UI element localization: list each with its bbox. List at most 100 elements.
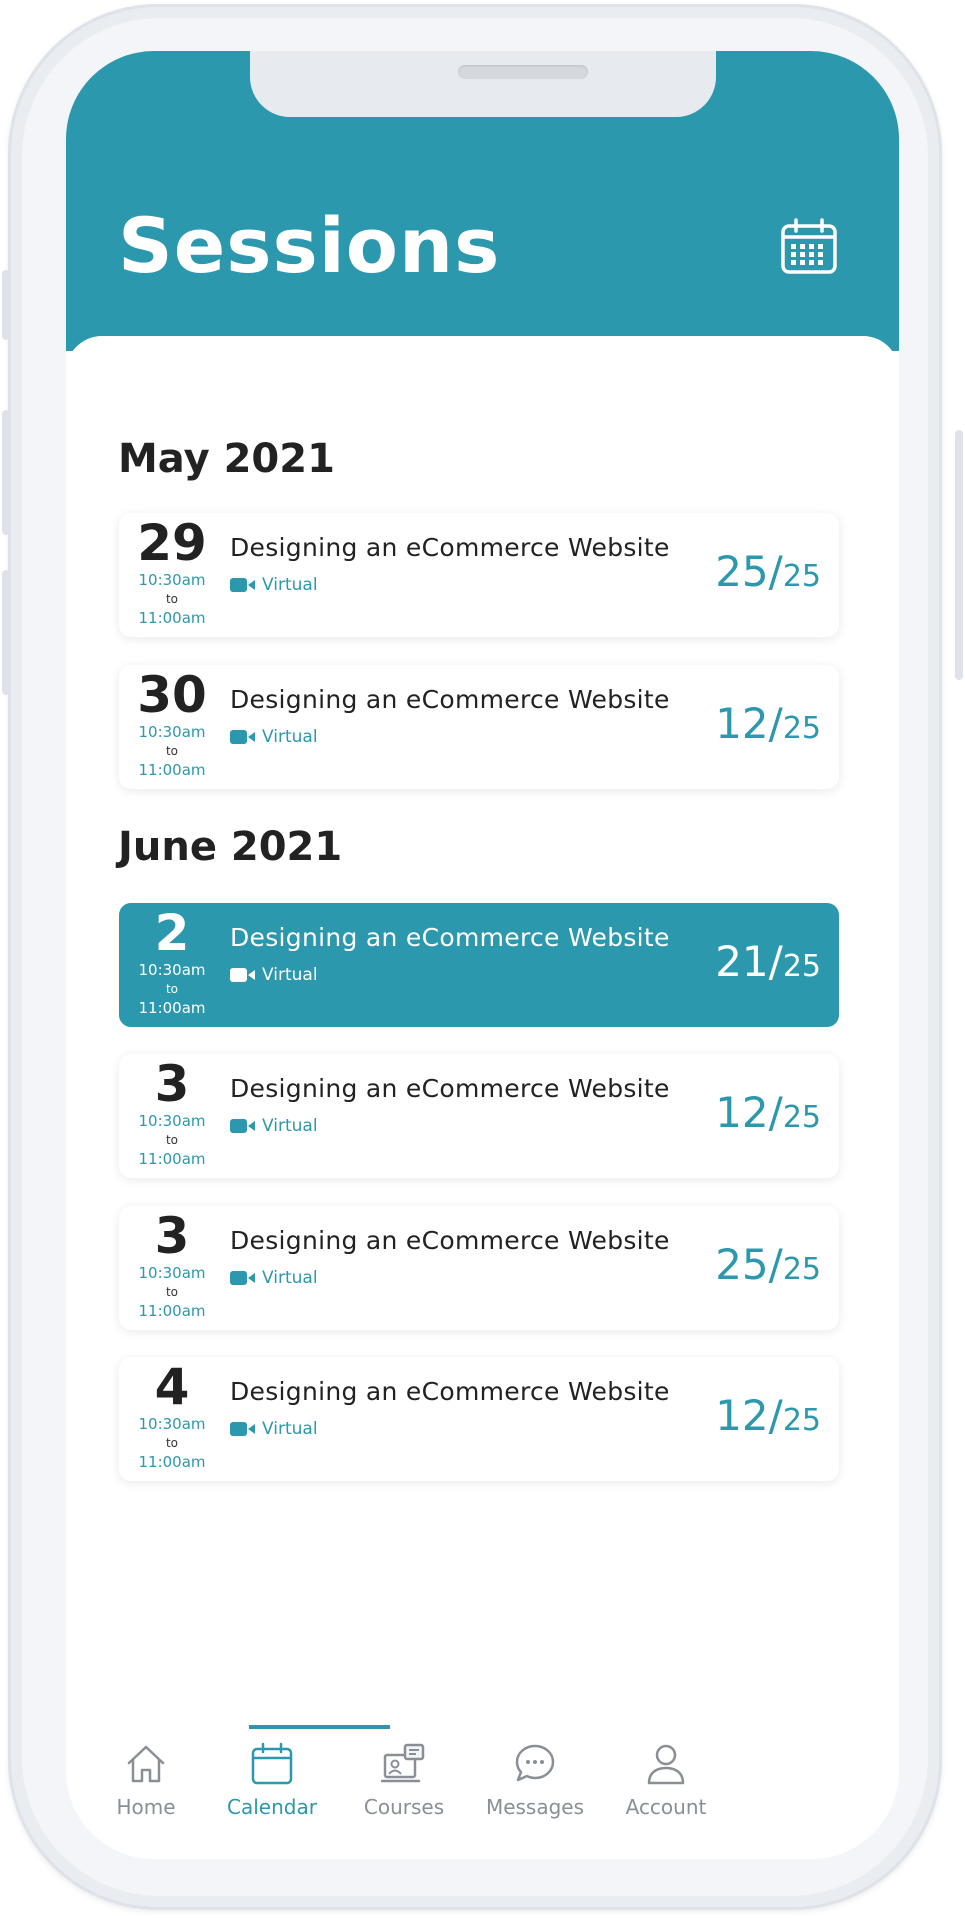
session-end-time: 11:00am — [138, 609, 206, 627]
attendance-separator: / — [768, 547, 783, 596]
session-card[interactable]: 30 10:30am to 11:00am Designing an eComm… — [119, 665, 839, 789]
session-mode: Virtual — [230, 575, 318, 595]
session-day: 3 — [154, 1055, 190, 1113]
session-mode: Virtual — [230, 1268, 318, 1288]
session-end-time: 11:00am — [138, 1453, 206, 1471]
session-attendance: 25/25 — [715, 547, 821, 596]
home-icon — [127, 1745, 165, 1783]
side-button — [2, 410, 10, 535]
session-time-separator: to — [165, 1436, 179, 1450]
session-attendance: 12/25 — [715, 1088, 821, 1137]
session-start-time: 10:30am — [138, 961, 206, 979]
session-day: 29 — [137, 514, 207, 572]
nav-messages[interactable]: Messages — [465, 1741, 605, 1819]
session-date: 3 10:30am to 11:00am — [119, 1206, 225, 1330]
session-card[interactable]: 4 10:30am to 11:00am Designing an eComme… — [119, 1357, 839, 1481]
video-camera-icon — [230, 1422, 255, 1436]
nav-home-label: Home — [116, 1795, 176, 1819]
courses-icon — [381, 1743, 425, 1783]
active-tab-indicator — [249, 1725, 390, 1729]
session-time-separator: to — [165, 1133, 179, 1147]
attendance-count: 25 — [715, 1240, 769, 1289]
attendance-capacity: 25 — [782, 711, 821, 746]
month-heading: May 2021 — [118, 436, 335, 482]
session-title: Designing an eCommerce Website — [230, 1226, 670, 1255]
session-time-separator: to — [165, 1285, 179, 1299]
session-end-time: 11:00am — [138, 999, 206, 1017]
calendar-icon — [251, 1742, 293, 1785]
session-title: Designing an eCommerce Website — [230, 1074, 670, 1103]
session-end-time: 11:00am — [138, 1302, 206, 1320]
session-mode: Virtual — [230, 965, 318, 985]
session-mode-label: Virtual — [262, 575, 318, 595]
session-card[interactable]: 3 10:30am to 11:00am Designing an eComme… — [119, 1054, 839, 1178]
nav-calendar[interactable]: Calendar — [202, 1741, 342, 1819]
video-camera-icon — [230, 968, 255, 982]
session-title: Designing an eCommerce Website — [230, 533, 670, 562]
session-mode: Virtual — [230, 727, 318, 747]
session-title: Designing an eCommerce Website — [230, 685, 670, 714]
session-card[interactable]: 3 10:30am to 11:00am Designing an eComme… — [119, 1206, 839, 1330]
session-day: 2 — [154, 904, 190, 962]
session-date: 30 10:30am to 11:00am — [119, 665, 225, 789]
session-mode-label: Virtual — [262, 1419, 318, 1439]
attendance-count: 12 — [715, 1088, 769, 1137]
nav-messages-label: Messages — [485, 1795, 585, 1819]
session-card[interactable]: 29 10:30am to 11:00am Designing an eComm… — [119, 513, 839, 637]
side-button — [2, 270, 10, 340]
messages-icon — [515, 1744, 555, 1782]
attendance-capacity: 25 — [782, 559, 821, 594]
sessions-content: May 2021 29 10:30am to 11:00am Designing… — [66, 336, 899, 1859]
video-camera-icon — [230, 730, 255, 744]
session-attendance: 12/25 — [715, 1391, 821, 1440]
session-start-time: 10:30am — [138, 723, 206, 741]
session-time-separator: to — [165, 744, 179, 758]
speaker — [458, 65, 588, 79]
attendance-capacity: 25 — [782, 1403, 821, 1438]
attendance-capacity: 25 — [782, 1100, 821, 1135]
attendance-separator: / — [768, 1240, 783, 1289]
nav-courses-label: Courses — [363, 1795, 445, 1819]
calendar-button[interactable] — [780, 217, 838, 275]
session-start-time: 10:30am — [138, 1112, 206, 1130]
session-day: 4 — [154, 1358, 190, 1416]
page-title: Sessions — [118, 201, 501, 290]
session-start-time: 10:30am — [138, 1415, 206, 1433]
session-card-selected[interactable]: 2 10:30am to 11:00am Designing an eComme… — [119, 903, 839, 1027]
session-title: Designing an eCommerce Website — [230, 923, 670, 952]
session-date: 3 10:30am to 11:00am — [119, 1054, 225, 1178]
calendar-icon — [781, 218, 837, 274]
attendance-capacity: 25 — [782, 1252, 821, 1287]
bottom-nav: Home Calendar Courses Messages Account — [66, 1741, 899, 1859]
attendance-separator: / — [768, 699, 783, 748]
nav-calendar-label: Calendar — [227, 1795, 317, 1819]
nav-account-label: Account — [625, 1795, 707, 1819]
session-date: 2 10:30am to 11:00am — [119, 903, 225, 1027]
nav-home[interactable]: Home — [76, 1741, 216, 1819]
attendance-count: 12 — [715, 699, 769, 748]
nav-account[interactable]: Account — [596, 1741, 736, 1819]
session-mode-label: Virtual — [262, 1116, 318, 1136]
session-end-time: 11:00am — [138, 1150, 206, 1168]
phone-screen: Sessions May 2021 29 10:30am to 11:00am … — [66, 51, 899, 1859]
nav-courses[interactable]: Courses — [334, 1741, 474, 1819]
session-start-time: 10:30am — [138, 1264, 206, 1282]
session-time-separator: to — [165, 982, 179, 996]
session-day: 30 — [137, 666, 207, 724]
month-heading: June 2021 — [118, 824, 343, 870]
session-mode-label: Virtual — [262, 1268, 318, 1288]
session-mode: Virtual — [230, 1116, 318, 1136]
session-time-separator: to — [165, 592, 179, 606]
session-attendance: 25/25 — [715, 1240, 821, 1289]
attendance-separator: / — [768, 1088, 783, 1137]
attendance-count: 12 — [715, 1391, 769, 1440]
video-camera-icon — [230, 578, 255, 592]
session-date: 4 10:30am to 11:00am — [119, 1357, 225, 1481]
session-mode-label: Virtual — [262, 727, 318, 747]
session-mode: Virtual — [230, 1419, 318, 1439]
session-attendance: 12/25 — [715, 699, 821, 748]
session-attendance: 21/25 — [715, 937, 821, 986]
video-camera-icon — [230, 1119, 255, 1133]
notch — [250, 51, 716, 117]
attendance-count: 25 — [715, 547, 769, 596]
